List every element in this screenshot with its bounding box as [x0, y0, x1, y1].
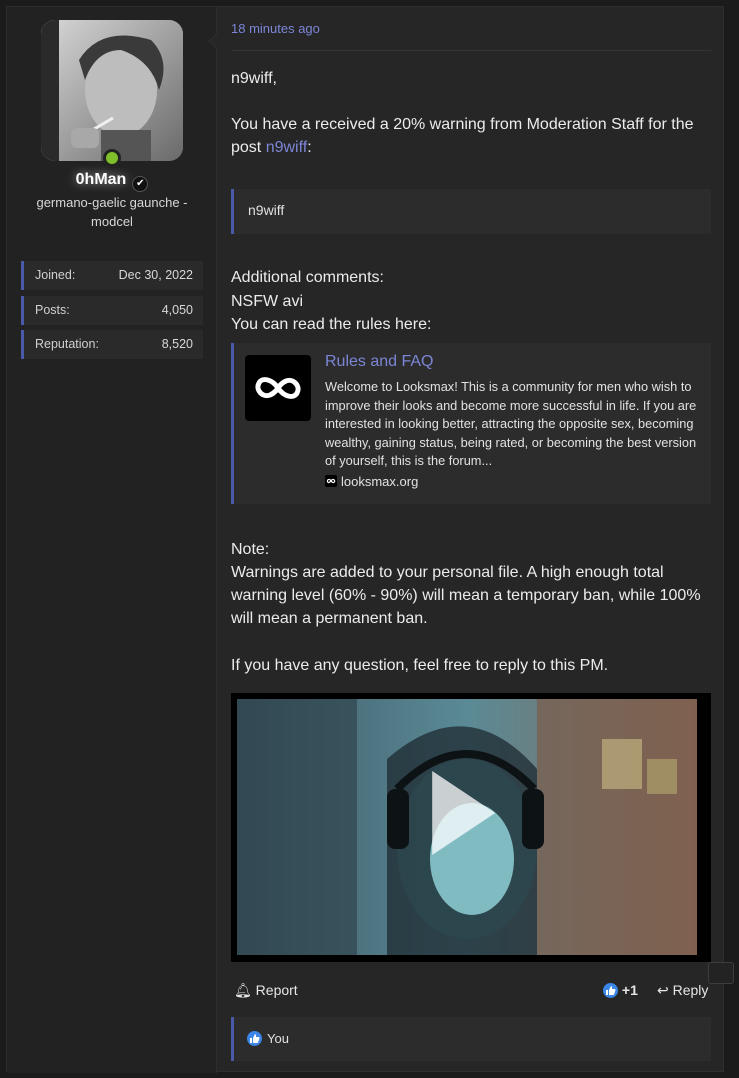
page: 0hMan ✔ germano-gaelic gaunche - modcel J… — [0, 0, 739, 1078]
quote-text: n9wiff — [248, 202, 285, 218]
favicon-icon — [325, 475, 337, 487]
greeting: n9wiff, — [231, 70, 277, 87]
comments-value: NSFW avi — [231, 293, 303, 310]
stat-value: Dec 30, 2022 — [118, 268, 193, 282]
reactions-bar[interactable]: You — [231, 1017, 711, 1061]
stat-value: 4,050 — [161, 303, 193, 317]
reply-label: Reply — [672, 982, 709, 998]
message-content: 18 minutes ago n9wiff, You have a receiv… — [208, 7, 725, 1073]
like-count: +1 — [621, 982, 638, 998]
video-thumbnail — [237, 699, 697, 955]
verified-badge-icon: ✔ — [132, 176, 149, 192]
link-embed[interactable]: Rules and FAQ Welcome to Looksmax! This … — [231, 343, 711, 504]
warning-text: You have a received a 20% warning from M… — [231, 113, 713, 159]
like-button[interactable]: +1 — [603, 982, 638, 998]
stat-value: 8,520 — [161, 337, 193, 351]
warned-post-link[interactable]: n9wiff — [266, 139, 308, 156]
username[interactable]: 0hMan — [76, 171, 127, 188]
embed-domain-text: looksmax.org — [341, 474, 419, 489]
embed-title-link[interactable]: Rules and FAQ — [325, 353, 434, 371]
stat-label: Posts: — [35, 303, 70, 317]
warning-suffix: : — [307, 139, 312, 156]
username-row: 0hMan ✔ — [7, 171, 217, 192]
stat-label: Joined: — [35, 268, 76, 282]
reply-button[interactable]: ↩ Reply — [657, 982, 708, 999]
message-post: 0hMan ✔ germano-gaelic gaunche - modcel J… — [6, 6, 725, 1073]
online-status-indicator — [103, 149, 121, 167]
reactions-text: You — [267, 1031, 289, 1046]
divider — [231, 50, 711, 51]
thumbs-up-icon — [247, 1031, 262, 1046]
stat-label: Reputation: — [35, 337, 99, 351]
timestamp-link[interactable]: 18 minutes ago — [231, 21, 320, 36]
stat-posts: Posts: 4,050 — [21, 296, 203, 325]
post-actions: 🔔︎ Report +1 ↩ Reply — [231, 982, 711, 1002]
note-text: Warnings are added to your personal file… — [231, 564, 701, 627]
user-column: 0hMan ✔ germano-gaelic gaunche - modcel J… — [7, 7, 217, 1073]
note-label: Note: — [231, 541, 270, 558]
comments-label: Additional comments: — [231, 269, 384, 286]
bell-icon: 🔔︎ — [234, 982, 252, 998]
question-text: If you have any question, feel free to r… — [231, 657, 609, 674]
reply-icon: ↩ — [657, 982, 669, 998]
rules-line: You can read the rules here: — [231, 316, 432, 333]
user-title: germano-gaelic gaunche - modcel — [36, 195, 188, 229]
looksmax-logo-icon — [245, 355, 311, 421]
stat-reputation: Reputation: 8,520 — [21, 330, 203, 359]
video-player[interactable] — [231, 693, 711, 962]
scroll-to-top-button[interactable] — [708, 962, 734, 984]
blockquote: n9wiff — [231, 189, 711, 234]
report-button[interactable]: 🔔︎ Report — [234, 982, 298, 999]
thumbs-up-icon — [603, 983, 618, 998]
embed-description: Welcome to Looksmax! This is a community… — [325, 379, 697, 469]
stat-joined: Joined: Dec 30, 2022 — [21, 261, 203, 290]
avatar[interactable] — [41, 20, 183, 161]
report-label: Report — [255, 982, 298, 998]
embed-domain[interactable]: looksmax.org — [325, 474, 418, 489]
